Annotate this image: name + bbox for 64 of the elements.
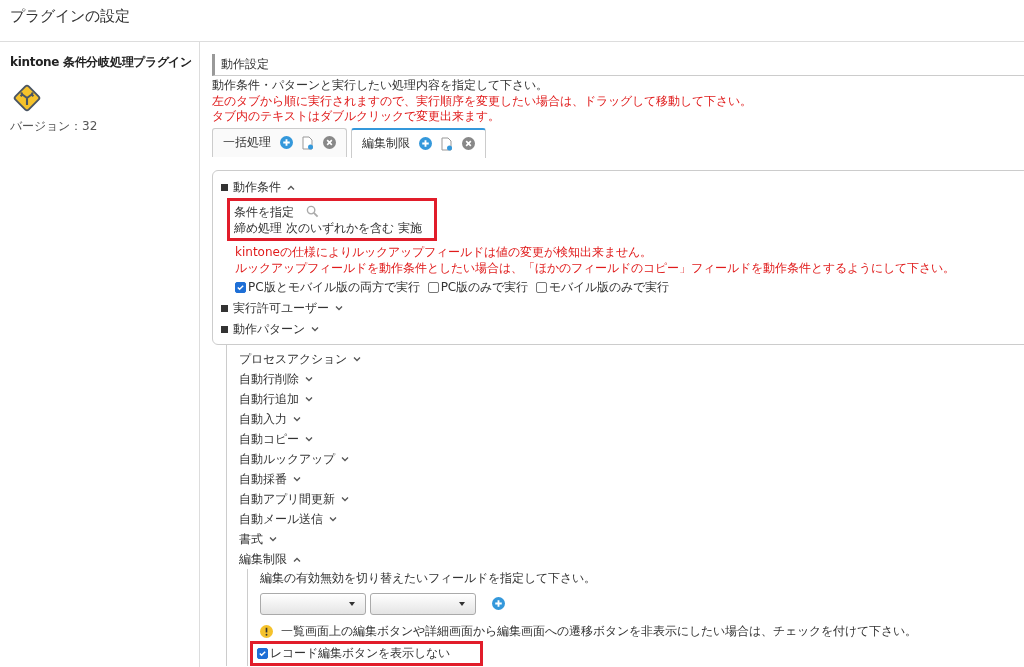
- section-toggle[interactable]: 実行許可ユーザー: [233, 298, 329, 319]
- note-text: 左のタブから順に実行されますので、実行順序を変更したい場合は、ドラッグして移動して下さい。: [212, 93, 753, 109]
- option-label: モバイル版のみで実行: [549, 279, 670, 296]
- copy-icon[interactable]: [302, 135, 314, 150]
- section-toggle[interactable]: 動作パターン: [233, 319, 305, 340]
- chevron-down-icon[interactable]: [293, 476, 301, 482]
- bullet-icon: [221, 326, 228, 333]
- close-icon[interactable]: [462, 137, 475, 150]
- pattern-toggle[interactable]: 自動行削除: [239, 369, 299, 389]
- chevron-up-icon[interactable]: [287, 184, 295, 190]
- version-label: バージョン：32: [10, 118, 99, 135]
- chevron-down-icon[interactable]: [311, 327, 319, 332]
- chevron-down-icon[interactable]: [329, 516, 337, 522]
- note-text: タブ内のテキストはダブルクリックで変更出来ます。: [212, 109, 501, 125]
- section-toggle[interactable]: 動作条件: [233, 176, 281, 198]
- chevron-down-icon[interactable]: [341, 456, 349, 462]
- add-icon[interactable]: [492, 597, 505, 610]
- chevron-down-icon[interactable]: [293, 416, 301, 422]
- warning-icon: [260, 624, 273, 638]
- chevron-down-icon[interactable]: [335, 306, 343, 311]
- pattern-toggle[interactable]: 自動採番: [239, 469, 287, 489]
- warning-text: kintoneの仕様によりルックアップフィールドは値の変更が検知出来ません。: [235, 245, 653, 261]
- bullet-icon: [221, 183, 228, 191]
- option-label: レコード編集ボタンを表示しない: [270, 644, 450, 662]
- pattern-toggle[interactable]: 自動コピー: [239, 429, 299, 449]
- pattern-toggle[interactable]: 自動ルックアップ: [239, 449, 335, 469]
- pattern-toggle[interactable]: 自動アプリ間更新: [239, 489, 335, 509]
- instruction-text: 編集の有効無効を切り替えたいフィールドを指定して下さい。: [260, 571, 597, 587]
- checkbox[interactable]: [427, 282, 439, 293]
- pattern-toggle[interactable]: プロセスアクション: [239, 349, 347, 369]
- tab[interactable]: 編集制限: [351, 127, 486, 158]
- checkbox[interactable]: [257, 647, 268, 659]
- plugin-name: kintone 条件分岐処理プラグイン: [10, 54, 189, 71]
- bullet-icon: [221, 305, 228, 312]
- condition-summary: 締め処理 次のいずれかを含む 実施: [234, 220, 422, 236]
- chevron-up-icon[interactable]: [293, 556, 301, 562]
- description-text: 動作条件・パターンと実行したい処理内容を指定して下さい。: [212, 78, 549, 94]
- copy-icon[interactable]: [441, 136, 453, 151]
- pattern-toggle[interactable]: 編集制限: [239, 549, 287, 569]
- option-label: PC版とモバイル版の両方で実行: [248, 279, 420, 296]
- chevron-down-icon[interactable]: [305, 436, 313, 442]
- tab[interactable]: 一括処理: [212, 127, 347, 157]
- page-title: プラグインの設定: [0, 0, 1024, 42]
- option-label: PC版のみで実行: [440, 279, 529, 296]
- section-heading: 動作設定: [212, 54, 1024, 76]
- pattern-toggle[interactable]: 書式: [239, 529, 263, 549]
- checkbox[interactable]: [235, 282, 246, 293]
- pattern-toggle[interactable]: 自動行追加: [239, 389, 299, 409]
- pattern-toggle[interactable]: 自動入力: [239, 409, 287, 429]
- chevron-down-icon[interactable]: [305, 396, 313, 402]
- warning-text: ルックアップフィールドを動作条件としたい場合は、「ほかのフィールドのコピー」フィールドを動作条件とするようにして下さい。: [235, 260, 956, 276]
- chevron-down-icon[interactable]: [305, 376, 313, 382]
- field-dropdown[interactable]: [370, 592, 476, 615]
- pattern-toggle[interactable]: 自動メール送信: [239, 509, 323, 529]
- warning-text: 一覧画面上の編集ボタンや詳細画面から編集画面への遷移ボタンを非表示にしたい場合は、チェックを付けて下さい。: [281, 622, 917, 640]
- close-icon[interactable]: [323, 136, 336, 149]
- add-icon[interactable]: [419, 137, 432, 150]
- field-dropdown[interactable]: [260, 592, 366, 615]
- condition-label: 条件を指定: [234, 203, 294, 221]
- checkbox[interactable]: [536, 282, 548, 293]
- chevron-down-icon[interactable]: [341, 496, 349, 502]
- chevron-down-icon[interactable]: [269, 536, 277, 542]
- chevron-down-icon[interactable]: [353, 356, 361, 362]
- add-icon[interactable]: [280, 136, 293, 149]
